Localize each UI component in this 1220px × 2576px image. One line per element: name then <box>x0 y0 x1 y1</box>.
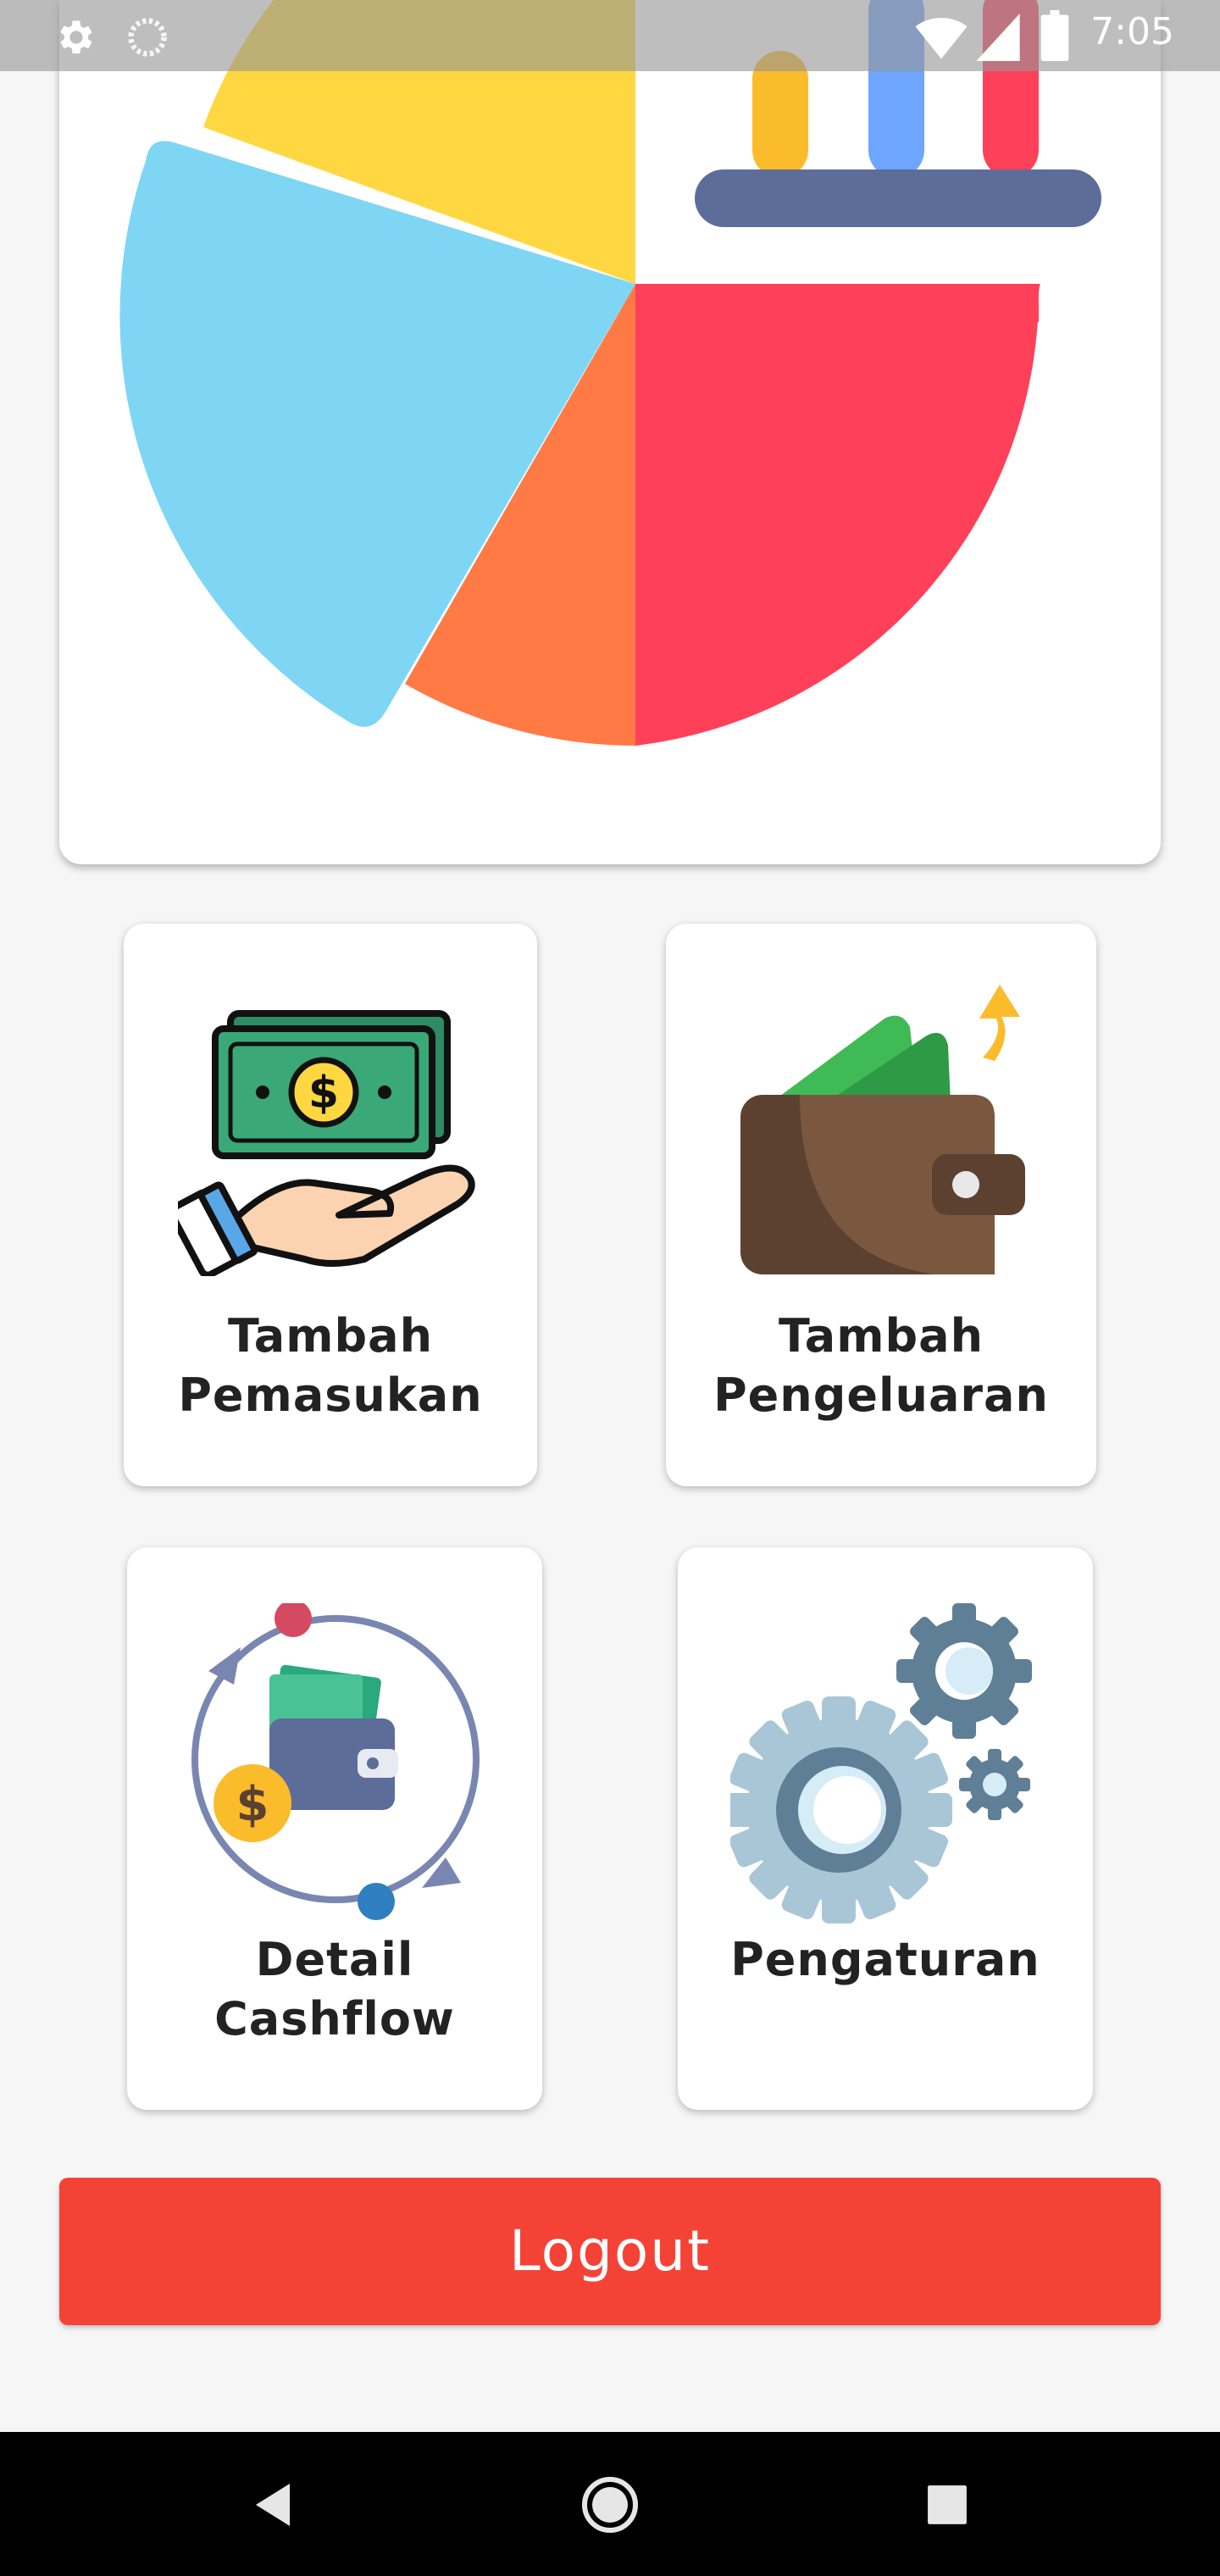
navigation-bar <box>0 2432 1220 2576</box>
wifi-icon <box>915 18 968 59</box>
signal-icon <box>976 14 1020 61</box>
pie-chart-illustration <box>119 0 1101 746</box>
logout-button[interactable]: Logout <box>59 2178 1161 2325</box>
settings-icon <box>60 20 92 54</box>
tile-label: Tambah Pemasukan <box>178 1309 483 1422</box>
hero-illustration-card <box>59 0 1161 864</box>
tile-label: Pengaturan <box>730 1933 1040 1986</box>
status-time: 7:05 <box>1090 10 1174 53</box>
tambah-pemasukan-tile[interactable]: $ Tambah Pemasukan <box>124 924 537 1486</box>
pengaturan-tile[interactable]: Pengaturan <box>678 1547 1093 2110</box>
battery-icon <box>1040 10 1069 61</box>
back-icon[interactable] <box>247 2479 298 2530</box>
cashflow-icon: $ <box>191 1603 480 1920</box>
recents-icon[interactable] <box>926 2484 968 2526</box>
tile-label: Detail Cashflow <box>214 1933 455 2046</box>
tambah-pengeluaran-tile[interactable]: Tambah Pengeluaran <box>666 924 1096 1486</box>
home-icon[interactable] <box>580 2474 640 2535</box>
loading-icon <box>128 18 167 57</box>
svg-text:$: $ <box>236 1777 269 1832</box>
gears-icon <box>730 1603 1032 1924</box>
tile-label: Tambah Pengeluaran <box>713 1309 1049 1422</box>
status-bar: 7:05 <box>0 0 1220 71</box>
wallet-icon <box>740 985 1025 1274</box>
detail-cashflow-tile[interactable]: $ Detail Cashflow <box>127 1547 542 2110</box>
money-hand-icon: $ <box>178 1010 475 1276</box>
svg-text:$: $ <box>308 1068 339 1119</box>
